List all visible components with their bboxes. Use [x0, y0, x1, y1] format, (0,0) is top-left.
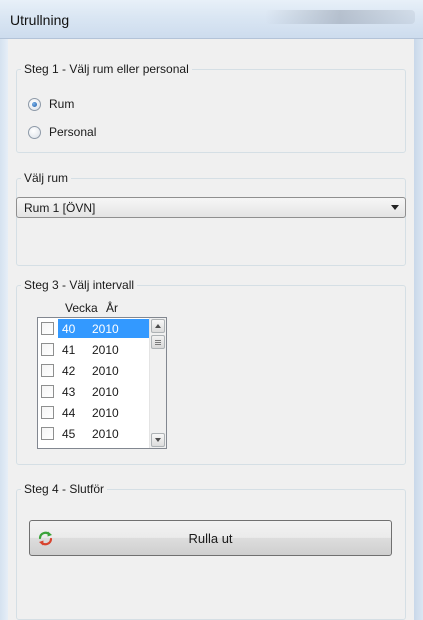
list-item[interactable]: 43 2010	[38, 382, 149, 401]
step2-group: Välj rum	[16, 171, 406, 266]
radio-personal-label: Personal	[49, 125, 97, 139]
radio-rum-indicator[interactable]	[28, 97, 41, 111]
week-cell: 43	[62, 384, 76, 399]
week-cell: 45	[62, 426, 76, 441]
scroll-up-button[interactable]	[151, 319, 165, 333]
window-left-edge	[0, 0, 8, 620]
week-cell: 44	[62, 405, 76, 420]
scroll-down-icon	[155, 438, 161, 442]
window-title: Utrullning	[10, 12, 70, 28]
year-cell: 2010	[92, 321, 119, 336]
step2-legend: Välj rum	[21, 171, 72, 185]
year-cell: 2010	[92, 363, 119, 378]
radio-personal-indicator[interactable]	[28, 125, 41, 139]
column-header-week[interactable]: Vecka	[65, 301, 98, 315]
room-dropdown[interactable]: Rum 1 [ÖVN]	[16, 197, 406, 218]
rollout-button[interactable]: Rulla ut	[29, 520, 392, 556]
week-cell: 42	[62, 363, 76, 378]
vertical-scrollbar[interactable]	[149, 318, 166, 448]
chevron-down-icon[interactable]	[391, 205, 399, 210]
radio-personal[interactable]: Personal	[28, 125, 96, 139]
week-checkbox[interactable]	[41, 427, 54, 440]
thumb-grip-line	[155, 344, 161, 345]
list-item[interactable]: 42 2010	[38, 361, 149, 380]
room-dropdown-value: Rum 1 [ÖVN]	[24, 200, 96, 215]
week-cell: 40	[62, 321, 76, 336]
column-header-year[interactable]: År	[106, 301, 118, 315]
title-bar[interactable]: Utrullning	[0, 0, 423, 39]
radio-rum-label: Rum	[49, 97, 75, 111]
list-item[interactable]: 44 2010	[38, 403, 149, 422]
week-checkbox[interactable]	[41, 343, 54, 356]
window-right-edge	[414, 0, 423, 620]
year-cell: 2010	[92, 426, 119, 441]
week-listbox[interactable]: 40 2010 41 2010 42 2010 43 2010 44 2010 …	[37, 317, 167, 449]
year-cell: 2010	[92, 342, 119, 357]
week-checkbox[interactable]	[41, 385, 54, 398]
scrollbar-thumb[interactable]	[151, 335, 165, 349]
radio-selected-dot	[32, 101, 37, 107]
step4-legend: Steg 4 - Slutför	[21, 482, 108, 496]
week-checkbox[interactable]	[41, 406, 54, 419]
year-cell: 2010	[92, 405, 119, 420]
scroll-down-button[interactable]	[151, 433, 165, 447]
thumb-grip-line	[155, 342, 161, 343]
list-item[interactable]: 40 2010	[38, 319, 149, 338]
list-item[interactable]: 45 2010	[38, 424, 149, 443]
blurred-titlebar-area	[265, 10, 415, 24]
list-item[interactable]: 41 2010	[38, 340, 149, 359]
scroll-up-icon	[155, 324, 161, 328]
step1-group: Steg 1 - Välj rum eller personal	[16, 62, 406, 153]
radio-rum[interactable]: Rum	[28, 97, 74, 111]
step1-legend: Steg 1 - Välj rum eller personal	[21, 62, 192, 76]
week-checkbox[interactable]	[41, 364, 54, 377]
year-cell: 2010	[92, 384, 119, 399]
step3-legend: Steg 3 - Välj intervall	[21, 278, 138, 292]
week-checkbox[interactable]	[41, 322, 54, 335]
thumb-grip-line	[155, 340, 161, 341]
week-cell: 41	[62, 342, 76, 357]
rollout-button-label: Rulla ut	[188, 531, 233, 546]
